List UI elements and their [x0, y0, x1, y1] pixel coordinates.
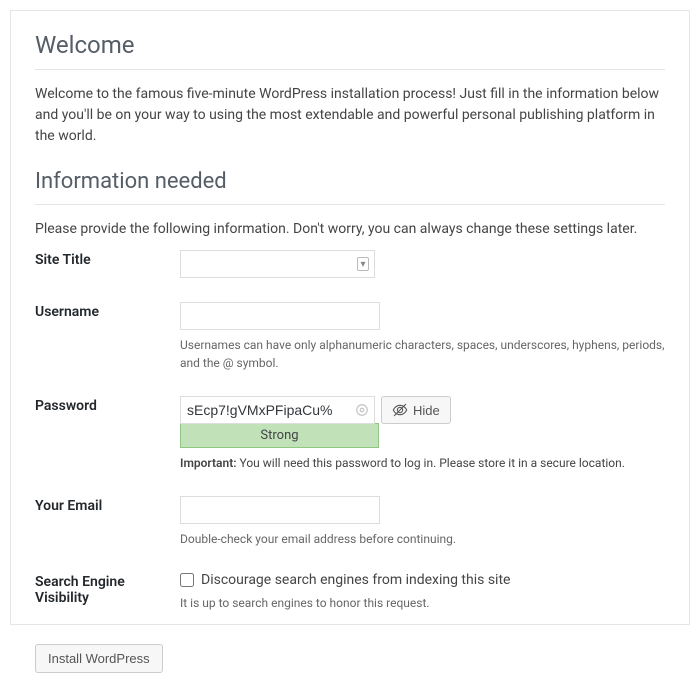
install-form-container: Welcome Welcome to the famous five-minut…	[10, 10, 690, 625]
password-strength-meter: Strong	[180, 423, 379, 448]
important-text: You will need this password to log in. P…	[237, 456, 625, 470]
password-key-icon	[355, 403, 369, 417]
eye-slash-icon	[392, 402, 408, 418]
important-label: Important:	[180, 456, 237, 470]
username-input[interactable]	[180, 302, 380, 330]
form-table: Site Title ▾ Username Usernames can have…	[35, 240, 665, 626]
install-wordpress-button[interactable]: Install WordPress	[35, 644, 163, 673]
info-heading: Information needed	[35, 169, 665, 205]
site-title-label: Site Title	[35, 240, 180, 292]
hide-button-label: Hide	[413, 403, 440, 418]
site-title-input[interactable]	[180, 250, 375, 278]
welcome-intro: Welcome to the famous five-minute WordPr…	[35, 84, 665, 147]
search-visibility-checkbox[interactable]	[180, 573, 194, 587]
hide-password-button[interactable]: Hide	[381, 396, 451, 424]
email-input[interactable]	[180, 496, 380, 524]
email-label: Your Email	[35, 486, 180, 562]
info-intro: Please provide the following information…	[35, 219, 665, 240]
autofill-icon: ▾	[357, 257, 369, 271]
welcome-heading: Welcome	[35, 31, 665, 70]
username-hint: Usernames can have only alphanumeric cha…	[180, 336, 665, 372]
search-visibility-hint: It is up to search engines to honor this…	[180, 594, 665, 612]
search-visibility-checkbox-label: Discourage search engines from indexing …	[201, 572, 510, 588]
password-label: Password	[35, 386, 180, 486]
username-label: Username	[35, 292, 180, 386]
search-visibility-label: Search Engine Visibility	[35, 562, 180, 626]
email-hint: Double-check your email address before c…	[180, 530, 665, 548]
password-input[interactable]	[180, 396, 375, 424]
password-important-note: Important: You will need this password t…	[180, 454, 665, 472]
